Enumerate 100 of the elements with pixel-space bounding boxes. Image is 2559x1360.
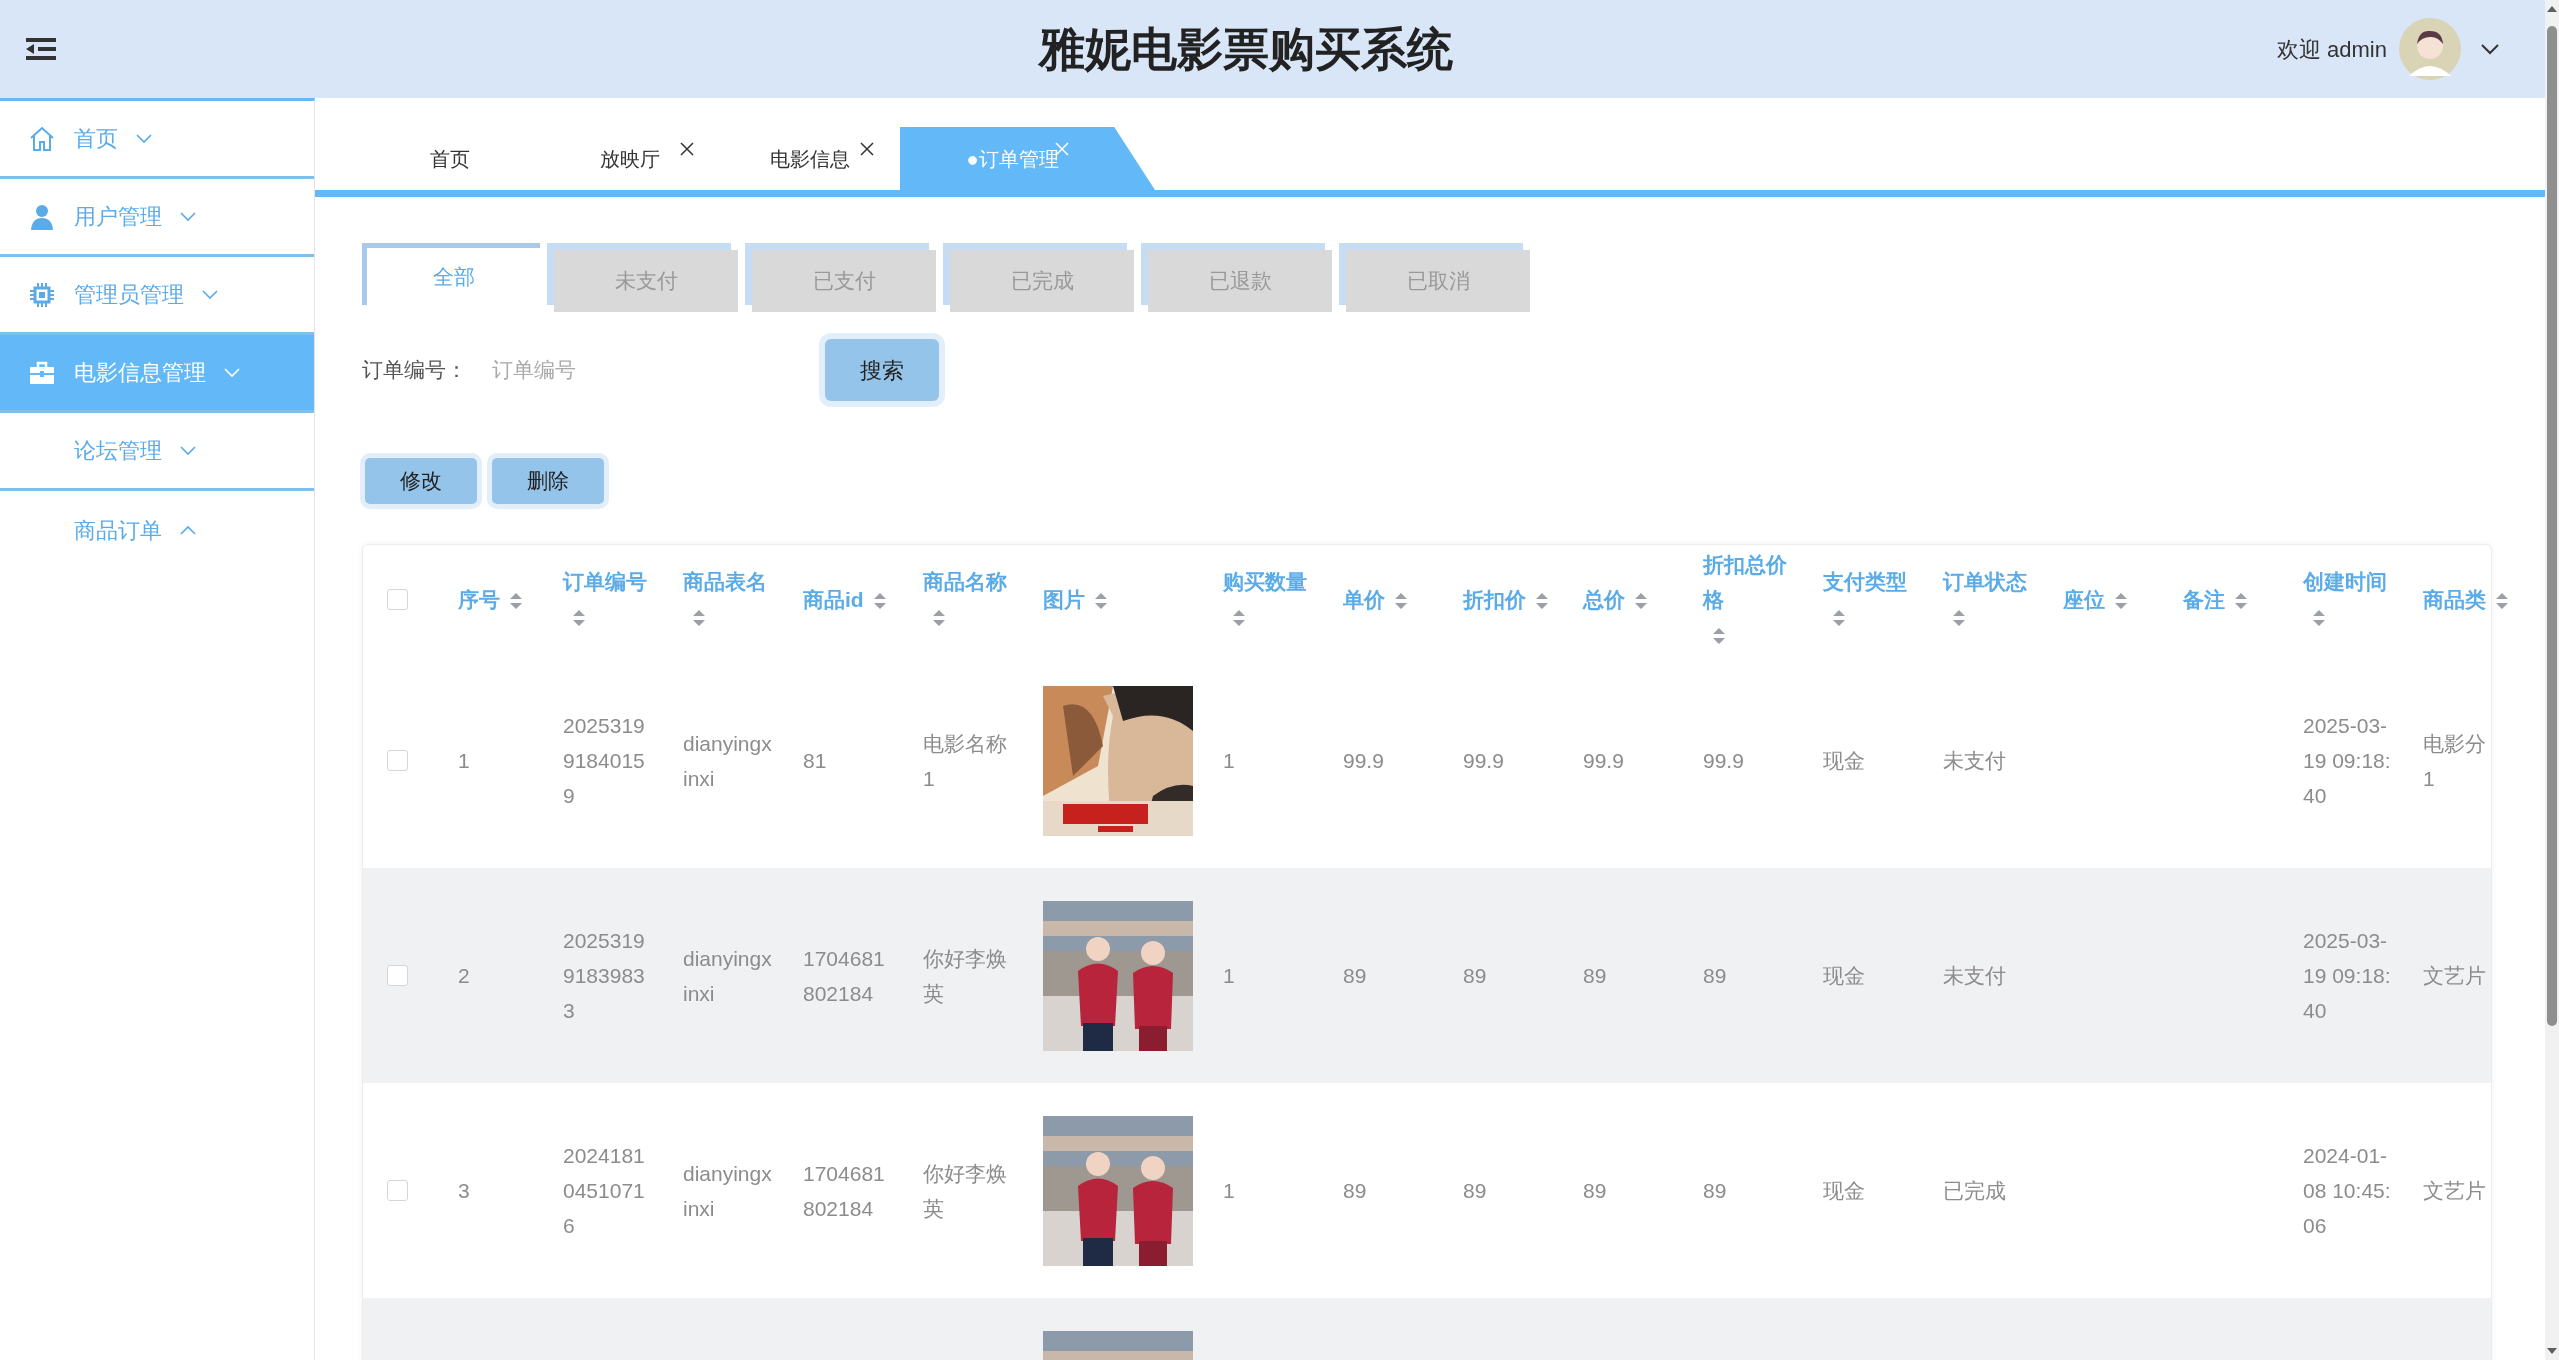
column-header[interactable]: 商品名称 xyxy=(923,564,1007,599)
table-cell-text: 1 xyxy=(1223,1178,1236,1204)
table-cell-text: 1 xyxy=(1223,963,1236,989)
sort-icon xyxy=(1093,591,1109,610)
sort-icon xyxy=(1711,626,1727,645)
table-cell-text: 202418104510716 xyxy=(563,1143,646,1239)
scrollbar[interactable] xyxy=(2545,0,2559,1360)
caret-icon xyxy=(180,211,196,222)
home-icon xyxy=(28,124,56,153)
sidebar-item[interactable]: 电影信息管理 xyxy=(0,335,314,413)
sort-icon xyxy=(931,609,947,628)
table-cell-text: 99.9 xyxy=(1703,748,1745,774)
sort-icon xyxy=(691,609,707,628)
table-cell-text: 电影名称1 xyxy=(923,730,1008,792)
sort-icon xyxy=(1534,591,1550,610)
table-cell-text: 89 xyxy=(1343,963,1368,989)
table-cell-text: 89 xyxy=(1343,1178,1368,1204)
page-tab[interactable]: 电影信息 xyxy=(720,127,900,190)
sort-icon xyxy=(1633,591,1649,610)
sort-icon xyxy=(508,591,524,610)
table-cell-text: 89 xyxy=(1463,963,1488,989)
table-cell-text: 2 xyxy=(458,963,471,989)
column-header[interactable]: 备注 xyxy=(2183,581,2225,617)
filter-tab[interactable]: 全部 xyxy=(362,243,540,305)
app-title: 雅妮电影票购买系统 xyxy=(1037,21,1454,77)
table-cell-text: 89 xyxy=(1703,1178,1728,1204)
sort-icon xyxy=(2233,591,2249,610)
table-cell-text: 文艺片 xyxy=(2423,963,2487,989)
table-cell-text: 202531991839833 xyxy=(563,928,646,1024)
caret-icon xyxy=(180,524,196,536)
table-cell-text: 3 xyxy=(458,1178,471,1204)
table-cell-text: 文艺片 xyxy=(2423,1178,2487,1204)
table-cell-text: 89 xyxy=(1463,1178,1488,1204)
column-header[interactable]: 座位 xyxy=(2063,581,2105,617)
table-cell-text: 1 xyxy=(1223,748,1236,774)
table-cell-text: 1 xyxy=(458,748,471,774)
column-header[interactable]: 单价 xyxy=(1343,581,1385,617)
table-cell-text: dianyingxinxi xyxy=(683,945,773,1007)
caret-icon xyxy=(136,133,152,144)
table-cell-text: 1704681802184 xyxy=(803,945,886,1007)
column-header[interactable]: 序号 xyxy=(458,581,500,617)
caret-icon xyxy=(202,289,218,300)
page-tab[interactable]: 放映厅 xyxy=(540,127,720,190)
column-header[interactable]: 订单编号 xyxy=(563,564,647,599)
checkbox[interactable] xyxy=(387,1180,408,1201)
column-header[interactable]: 订单状态 xyxy=(1943,564,2027,599)
table-cell-text: 2025-03-19 09:18:40 xyxy=(2303,928,2392,1024)
table-cell-text: dianyingxinxi xyxy=(683,1160,773,1222)
field-label: 订单编号： xyxy=(362,357,468,384)
column-header[interactable]: 创建时间 xyxy=(2303,564,2387,599)
sort-icon xyxy=(1393,591,1409,610)
close-icon[interactable] xyxy=(679,141,695,157)
sort-icon xyxy=(1231,609,1247,628)
column-header[interactable]: 购买数量 xyxy=(1223,564,1307,599)
table-cell-text: 81 xyxy=(803,748,828,774)
close-icon[interactable] xyxy=(859,141,875,157)
table-cell-text: 你好李焕英 xyxy=(923,945,1008,1007)
table-cell-text: 89 xyxy=(1703,963,1728,989)
caret-icon xyxy=(180,445,196,456)
sort-icon xyxy=(2494,591,2510,610)
menu-icon[interactable] xyxy=(26,36,56,62)
checkbox[interactable] xyxy=(387,750,408,771)
user-icon xyxy=(28,202,56,231)
table-cell-text: 99.9 xyxy=(1463,748,1505,774)
page-tab[interactable]: 首页 xyxy=(360,127,540,190)
scroll-up-icon[interactable] xyxy=(2546,4,2558,14)
table-cell-text: 现金 xyxy=(1823,748,1866,774)
column-header[interactable]: 折扣总价格 xyxy=(1703,546,1803,617)
table-cell-text: 电影分1 xyxy=(2423,730,2487,792)
table-cell-text: 你好李焕英 xyxy=(923,1160,1008,1222)
column-header[interactable]: 图片 xyxy=(1043,581,1085,617)
caret-icon[interactable] xyxy=(2481,43,2499,55)
checkbox[interactable] xyxy=(387,588,408,610)
checkbox[interactable] xyxy=(387,965,408,986)
sort-icon xyxy=(2113,591,2129,610)
table-cell-text: 现金 xyxy=(1823,1178,1866,1204)
table-cell-text: 99.9 xyxy=(1343,748,1385,774)
column-header[interactable]: 商品表名 xyxy=(683,564,767,599)
welcome-text: 欢迎 admin xyxy=(2276,35,2387,64)
table-cell-text: 已完成 xyxy=(1943,1178,2007,1204)
column-header[interactable]: 支付类型 xyxy=(1823,564,1907,599)
table-cell-text: 未支付 xyxy=(1943,748,2007,774)
column-header[interactable]: 商品类 xyxy=(2423,581,2486,617)
scroll-down-icon[interactable] xyxy=(2546,1346,2558,1356)
avatar[interactable] xyxy=(2399,18,2461,80)
caret-icon xyxy=(224,367,240,378)
sort-icon xyxy=(1831,609,1847,628)
column-header[interactable]: 商品id xyxy=(803,581,864,617)
table-cell-text: 202531991840159 xyxy=(563,713,646,809)
order-number-field[interactable]: 订单编号 xyxy=(492,345,812,395)
table-cell-text: 99.9 xyxy=(1583,748,1625,774)
column-header[interactable]: 折扣价 xyxy=(1463,581,1526,617)
table-cell-text: 89 xyxy=(1583,963,1608,989)
column-header[interactable]: 总价 xyxy=(1583,581,1625,617)
page-tab[interactable]: ●订单管理 xyxy=(900,127,1155,190)
sort-icon xyxy=(571,609,587,628)
table-cell-text: 现金 xyxy=(1823,963,1866,989)
table-cell-text: dianyingxinxi xyxy=(683,730,773,792)
table-cell-text: 2024-01-08 10:45:06 xyxy=(2303,1143,2392,1239)
chip-icon xyxy=(28,280,56,309)
